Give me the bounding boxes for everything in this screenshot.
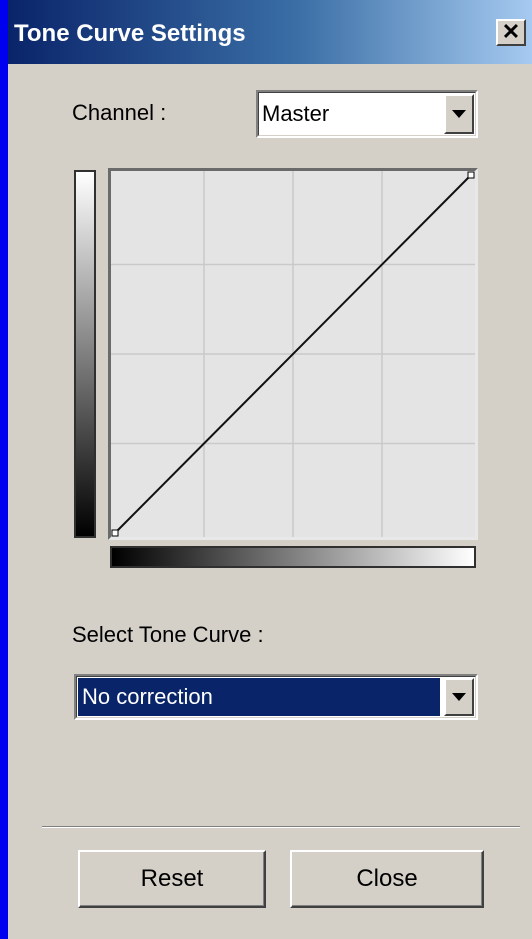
tone-curve-canvas[interactable] [111, 171, 475, 537]
curve-control-point[interactable] [467, 171, 475, 179]
close-window-button[interactable]: ✕ [496, 19, 526, 46]
channel-label: Channel : [72, 100, 167, 125]
title-bar[interactable]: Tone Curve Settings ✕ [8, 0, 532, 64]
channel-select-value: Master [262, 101, 330, 126]
tone-curve-dialog: Tone Curve Settings ✕ Channel : Master S… [8, 0, 532, 939]
separator [42, 826, 520, 828]
tone-curve-graph[interactable] [108, 168, 478, 540]
tone-curve-select[interactable]: No correction [74, 674, 478, 720]
input-gradient-bar [110, 546, 476, 568]
select-tone-curve-label: Select Tone Curve : [72, 622, 264, 647]
tone-curve-select-value: No correction [82, 684, 213, 709]
close-button[interactable]: Close [290, 850, 484, 908]
channel-dropdown-button[interactable] [444, 94, 474, 134]
reset-button[interactable]: Reset [78, 850, 266, 908]
chevron-down-icon [452, 693, 466, 701]
chevron-down-icon [452, 110, 466, 118]
channel-select[interactable]: Master [256, 90, 478, 138]
curve-control-point[interactable] [111, 529, 119, 537]
output-gradient-bar [74, 170, 96, 538]
tone-curve-dropdown-button[interactable] [444, 678, 474, 716]
window-title: Tone Curve Settings [14, 20, 246, 47]
close-icon: ✕ [501, 19, 521, 44]
